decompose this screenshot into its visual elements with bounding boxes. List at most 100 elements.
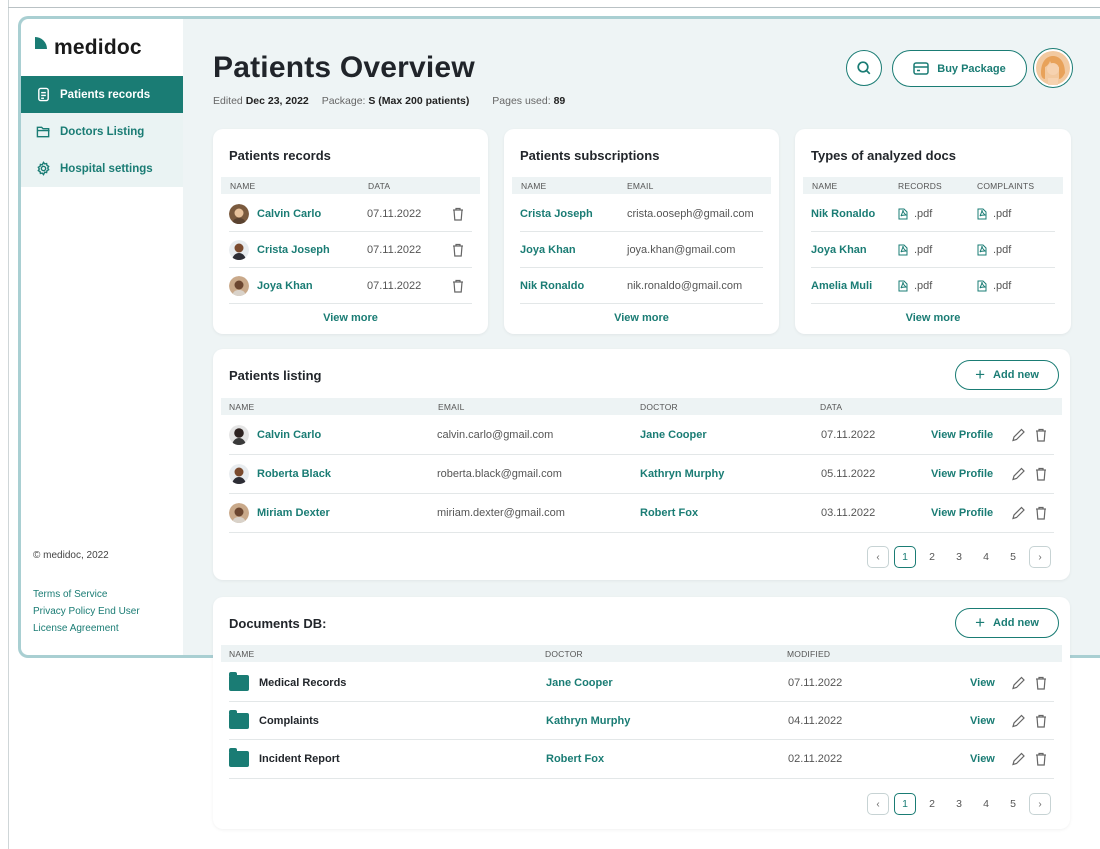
complaints-file[interactable]: .pdf [976, 280, 1011, 292]
pdf-icon [898, 280, 908, 291]
page-button[interactable]: 2 [921, 793, 943, 815]
view-link[interactable]: View [970, 715, 995, 727]
privacy-link[interactable]: Privacy Policy End User [33, 603, 140, 620]
patient-name[interactable]: Nik Ronaldo [520, 280, 584, 292]
prev-page-button[interactable]: ‹ [867, 793, 889, 815]
sidebar-item-doctors-listing[interactable]: Doctors Listing [21, 113, 183, 150]
doctor-name[interactable]: Robert Fox [640, 507, 698, 519]
page-button[interactable]: 4 [975, 793, 997, 815]
patient-name[interactable]: Roberta Black [257, 468, 331, 480]
trash-icon[interactable] [451, 242, 465, 257]
trash-icon[interactable] [451, 206, 465, 221]
patient-name[interactable]: Amelia Muli [811, 280, 872, 292]
patient-name[interactable]: Crista Joseph [257, 244, 330, 256]
edit-icon[interactable] [1011, 675, 1026, 690]
table-row[interactable]: Joya Khan 07.11.2022 [229, 268, 472, 304]
doctor-name[interactable]: Kathryn Murphy [640, 468, 724, 480]
user-avatar[interactable] [1033, 48, 1073, 88]
trash-icon[interactable] [1034, 506, 1048, 521]
sidebar-item-patients-records[interactable]: Patients records [21, 76, 183, 113]
page-button[interactable]: 5 [1002, 793, 1024, 815]
table-row[interactable]: Incident Report Robert Fox 02.11.2022 Vi… [229, 740, 1054, 779]
table-row[interactable]: Calvin Carlo 07.11.2022 [229, 196, 472, 232]
table-row[interactable]: Joya Khan .pdf .pdf [811, 232, 1055, 268]
page-button[interactable]: 2 [921, 546, 943, 568]
table-row[interactable]: Joya Khan joya.khan@gmail.com [520, 232, 763, 268]
column-header: EMAIL [627, 181, 654, 191]
table-row[interactable]: Crista Joseph crista.ooseph@gmail.com [520, 196, 763, 232]
table-row[interactable]: Medical Records Jane Cooper 07.11.2022 V… [229, 664, 1054, 702]
doctor-name[interactable]: Robert Fox [546, 753, 604, 765]
sidebar-item-label: Hospital settings [60, 162, 153, 175]
complaints-file[interactable]: .pdf [976, 244, 1011, 256]
doctor-name[interactable]: Jane Cooper [640, 429, 707, 441]
table-row[interactable]: Amelia Muli .pdf .pdf [811, 268, 1055, 304]
page-button[interactable]: 4 [975, 546, 997, 568]
view-more-link[interactable]: View more [213, 312, 488, 324]
table-row[interactable]: Complaints Kathryn Murphy 04.11.2022 Vie… [229, 702, 1054, 740]
doctor-name[interactable]: Jane Cooper [546, 677, 613, 689]
column-header: NAME [521, 181, 547, 191]
trash-icon[interactable] [1034, 713, 1048, 728]
page-button[interactable]: 1 [894, 793, 916, 815]
table-row[interactable]: Nik Ronaldo nik.ronaldo@gmail.com [520, 268, 763, 304]
edit-icon[interactable] [1011, 713, 1026, 728]
sidebar: medidoc Patients records Doctors Listing… [21, 19, 183, 655]
patient-name[interactable]: Joya Khan [257, 280, 313, 292]
trash-icon[interactable] [1034, 428, 1048, 443]
license-link[interactable]: License Agreement [33, 620, 140, 637]
buy-package-button[interactable]: Buy Package [892, 50, 1027, 87]
page-button[interactable]: 3 [948, 793, 970, 815]
edit-icon[interactable] [1011, 428, 1026, 443]
add-patient-button[interactable]: + Add new [955, 360, 1059, 390]
complaints-file[interactable]: .pdf [976, 208, 1011, 220]
prev-page-button[interactable]: ‹ [867, 546, 889, 568]
view-profile-link[interactable]: View Profile [931, 468, 993, 480]
terms-link[interactable]: Terms of Service [33, 586, 140, 603]
document-name[interactable]: Medical Records [259, 677, 346, 689]
page-button[interactable]: 3 [948, 546, 970, 568]
edit-icon[interactable] [1011, 506, 1026, 521]
table-row[interactable]: Crista Joseph 07.11.2022 [229, 232, 472, 268]
table-row[interactable]: Miriam Dexter miriam.dexter@gmail.com Ro… [229, 494, 1054, 533]
logo[interactable]: medidoc [35, 37, 142, 59]
next-page-button[interactable]: › [1029, 793, 1051, 815]
table-row[interactable]: Calvin Carlo calvin.carlo@gmail.com Jane… [229, 416, 1054, 455]
edit-icon[interactable] [1011, 752, 1026, 767]
column-header: EMAIL [438, 402, 465, 412]
table-row[interactable]: Nik Ronaldo .pdf .pdf [811, 196, 1055, 232]
patient-name[interactable]: Calvin Carlo [257, 208, 321, 220]
patient-name[interactable]: Crista Joseph [520, 208, 593, 220]
search-button[interactable] [846, 50, 882, 86]
patient-name[interactable]: Nik Ronaldo [811, 208, 875, 220]
view-more-link[interactable]: View more [795, 312, 1071, 324]
card-title: Types of analyzed docs [811, 148, 956, 163]
view-more-link[interactable]: View more [504, 312, 779, 324]
trash-icon[interactable] [1034, 752, 1048, 767]
view-link[interactable]: View [970, 753, 995, 765]
sidebar-item-label: Doctors Listing [60, 125, 145, 138]
edit-icon[interactable] [1011, 467, 1026, 482]
records-file[interactable]: .pdf [897, 280, 932, 292]
records-file[interactable]: .pdf [897, 244, 932, 256]
page-button[interactable]: 1 [894, 546, 916, 568]
patient-name[interactable]: Calvin Carlo [257, 429, 321, 441]
view-link[interactable]: View [970, 677, 995, 689]
trash-icon[interactable] [451, 278, 465, 293]
patient-name[interactable]: Miriam Dexter [257, 507, 330, 519]
document-name[interactable]: Incident Report [259, 753, 340, 765]
patient-name[interactable]: Joya Khan [520, 244, 576, 256]
sidebar-item-hospital-settings[interactable]: Hospital settings [21, 150, 183, 187]
view-profile-link[interactable]: View Profile [931, 429, 993, 441]
trash-icon[interactable] [1034, 675, 1048, 690]
view-profile-link[interactable]: View Profile [931, 507, 993, 519]
patient-name[interactable]: Joya Khan [811, 244, 867, 256]
records-file[interactable]: .pdf [897, 208, 932, 220]
next-page-button[interactable]: › [1029, 546, 1051, 568]
doctor-name[interactable]: Kathryn Murphy [546, 715, 630, 727]
document-name[interactable]: Complaints [259, 715, 319, 727]
add-document-button[interactable]: + Add new [955, 608, 1059, 638]
table-row[interactable]: Roberta Black roberta.black@gmail.com Ka… [229, 455, 1054, 494]
page-button[interactable]: 5 [1002, 546, 1024, 568]
trash-icon[interactable] [1034, 467, 1048, 482]
